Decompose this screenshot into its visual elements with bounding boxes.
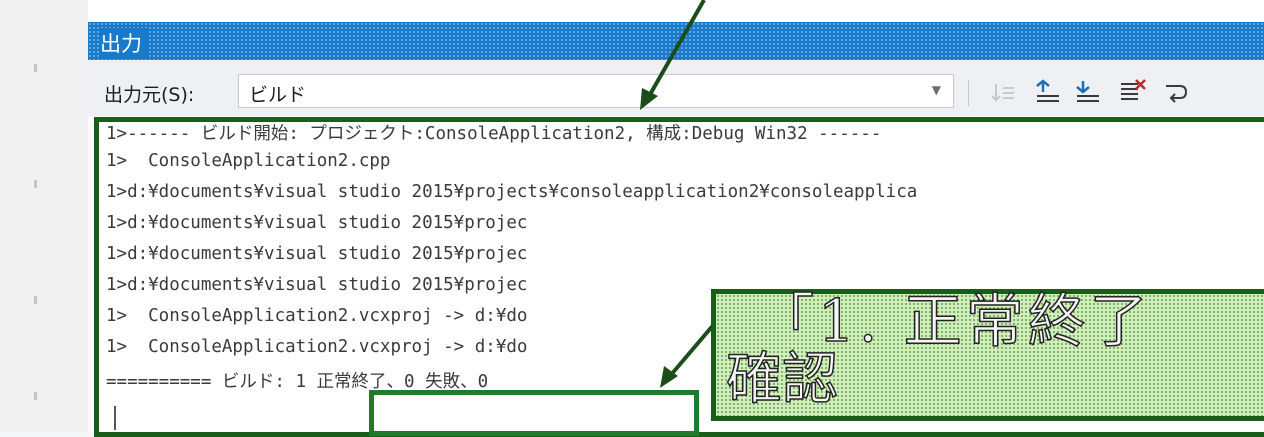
arrow-to-output bbox=[646, 0, 706, 99]
callout-subtext: 確認 bbox=[725, 346, 839, 413]
arrow-to-output-head bbox=[640, 88, 658, 110]
callout-box: 「1. 正常終了 確認 bbox=[711, 286, 1264, 421]
